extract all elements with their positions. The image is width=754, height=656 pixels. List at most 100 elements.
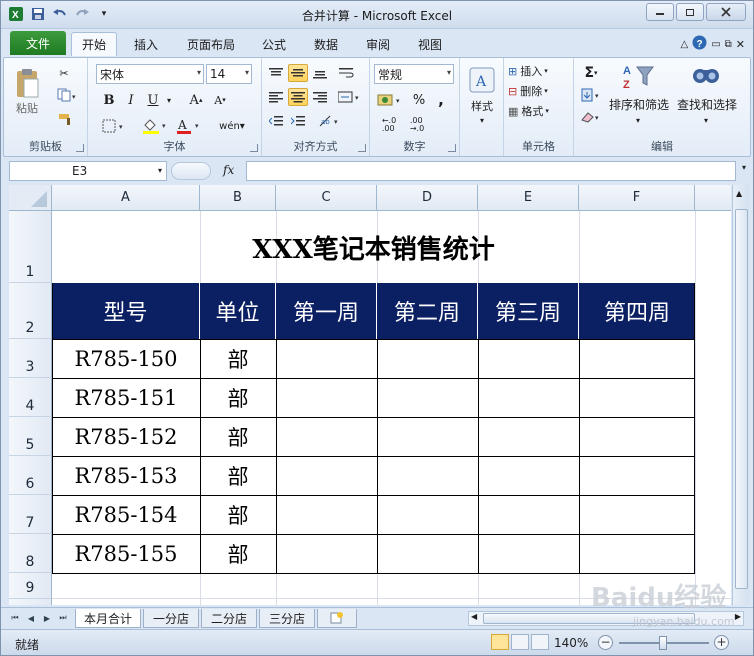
first-sheet-icon[interactable]: ⏮ bbox=[9, 612, 21, 624]
cell-e7[interactable] bbox=[478, 495, 579, 534]
workbook-restore-icon[interactable]: ⧉ bbox=[725, 39, 732, 50]
cell-b5[interactable]: 部 bbox=[200, 417, 276, 456]
cell-b7[interactable]: 部 bbox=[200, 495, 276, 534]
sheet-tab-branch-1[interactable]: 一分店 bbox=[143, 609, 199, 628]
sheet-tab-branch-2[interactable]: 二分店 bbox=[201, 609, 257, 628]
styles-icon[interactable]: A bbox=[466, 64, 498, 96]
cell-a7[interactable]: R785-154 bbox=[52, 495, 200, 534]
underline-dropdown-icon[interactable]: ▾ bbox=[164, 92, 174, 108]
vertical-scroll-thumb[interactable] bbox=[735, 209, 748, 589]
row-header-8[interactable]: 8 bbox=[9, 534, 52, 573]
find-select-icon[interactable] bbox=[688, 60, 724, 92]
cell-c3[interactable] bbox=[276, 339, 377, 378]
expand-formula-bar-icon[interactable]: ▾ bbox=[738, 163, 750, 179]
underline-button[interactable]: U bbox=[144, 90, 162, 110]
clear-icon[interactable]: ▾ bbox=[578, 108, 604, 126]
cell-f6[interactable] bbox=[579, 456, 695, 495]
decrease-decimal-icon[interactable]: .00 →.0 bbox=[404, 114, 430, 136]
tab-review[interactable]: 审阅 bbox=[361, 33, 395, 55]
insert-function-icon[interactable]: fx bbox=[223, 163, 234, 177]
cell-a5[interactable]: R785-152 bbox=[52, 417, 200, 456]
cell-e6[interactable] bbox=[478, 456, 579, 495]
tab-view[interactable]: 视图 bbox=[413, 33, 447, 55]
percent-style-button[interactable]: % bbox=[410, 90, 428, 110]
cell-d5[interactable] bbox=[377, 417, 478, 456]
italic-button[interactable]: I bbox=[122, 90, 140, 110]
sheet-title-cell[interactable]: XXX笔记本销售统计 bbox=[52, 211, 695, 283]
zoom-level[interactable]: 140% bbox=[554, 636, 588, 650]
vertical-scrollbar[interactable]: ▲ bbox=[732, 185, 749, 605]
font-color-icon[interactable]: A ▾ bbox=[174, 116, 204, 136]
cut-icon[interactable]: ✂ bbox=[54, 64, 74, 82]
decrease-font-icon[interactable]: A ▾ bbox=[210, 90, 230, 110]
number-format-dropdown[interactable]: 常规 ▾ bbox=[374, 64, 454, 84]
cell-f7[interactable] bbox=[579, 495, 695, 534]
tab-formulas[interactable]: 公式 bbox=[257, 33, 291, 55]
sort-filter-dropdown-icon[interactable]: ▾ bbox=[632, 114, 644, 126]
cell-c5[interactable] bbox=[276, 417, 377, 456]
scroll-up-icon[interactable]: ▲ bbox=[736, 189, 742, 198]
borders-icon[interactable]: ▾ bbox=[100, 116, 128, 136]
styles-label[interactable]: 样式 bbox=[462, 98, 502, 114]
format-painter-icon[interactable] bbox=[56, 110, 76, 128]
cell-d7[interactable] bbox=[377, 495, 478, 534]
cell-c4[interactable] bbox=[276, 378, 377, 417]
align-right-icon[interactable] bbox=[310, 88, 330, 106]
cell-c6[interactable] bbox=[276, 456, 377, 495]
name-box[interactable]: E3 ▾ bbox=[9, 161, 167, 181]
header-cell-week1[interactable]: 第一周 bbox=[276, 283, 377, 339]
zoom-in-icon[interactable]: + bbox=[714, 635, 729, 650]
cell-b3[interactable]: 部 bbox=[200, 339, 276, 378]
wrap-text-icon[interactable] bbox=[336, 64, 358, 82]
worksheet-grid[interactable]: A B C D E F 1 2 3 4 5 6 7 8 9 10 XXX笔记本销… bbox=[9, 185, 731, 605]
find-select-label[interactable]: 查找和选择 bbox=[672, 96, 742, 112]
delete-cells-button[interactable]: ⊟ 删除 ▾ bbox=[508, 82, 570, 100]
cell-f3[interactable] bbox=[579, 339, 695, 378]
tab-insert[interactable]: 插入 bbox=[127, 33, 165, 55]
cell-e8[interactable] bbox=[478, 534, 579, 573]
accounting-format-icon[interactable]: ▾ bbox=[376, 90, 406, 110]
cell-d6[interactable] bbox=[377, 456, 478, 495]
sheet-tab-monthly-total[interactable]: 本月合计 bbox=[75, 609, 141, 628]
workbook-minimize-icon[interactable]: ▭ bbox=[711, 39, 720, 50]
tab-data[interactable]: 数据 bbox=[309, 33, 343, 55]
cell-c7[interactable] bbox=[276, 495, 377, 534]
column-header-a[interactable]: A bbox=[52, 185, 200, 211]
alignment-launcher-icon[interactable] bbox=[358, 144, 366, 152]
clipboard-launcher-icon[interactable] bbox=[76, 144, 84, 152]
cell-d3[interactable] bbox=[377, 339, 478, 378]
cell-c8[interactable] bbox=[276, 534, 377, 573]
cell-e5[interactable] bbox=[478, 417, 579, 456]
increase-indent-icon[interactable] bbox=[288, 112, 308, 130]
column-header-e[interactable]: E bbox=[478, 185, 579, 211]
formula-input[interactable] bbox=[246, 161, 736, 181]
decrease-indent-icon[interactable] bbox=[266, 112, 286, 130]
align-bottom-icon[interactable] bbox=[310, 64, 330, 82]
name-box-dropdown-icon[interactable]: ▾ bbox=[158, 166, 162, 175]
cell-a8[interactable]: R785-155 bbox=[52, 534, 200, 573]
cell-b4[interactable]: 部 bbox=[200, 378, 276, 417]
fill-icon[interactable]: ▾ bbox=[578, 86, 604, 104]
sort-filter-icon[interactable]: AZ bbox=[618, 60, 658, 92]
copy-icon[interactable]: ▾ bbox=[54, 86, 80, 104]
phonetic-guide-icon[interactable]: wén▾ bbox=[216, 116, 248, 136]
row-header-7[interactable]: 7 bbox=[9, 495, 52, 534]
find-select-dropdown-icon[interactable]: ▾ bbox=[700, 114, 712, 126]
cell-a3[interactable]: R785-150 bbox=[52, 339, 200, 378]
zoom-slider-knob[interactable] bbox=[659, 636, 667, 650]
row-header-5[interactable]: 5 bbox=[9, 417, 52, 456]
prev-sheet-icon[interactable]: ◀ bbox=[25, 612, 37, 624]
paste-label[interactable]: 粘贴 bbox=[12, 100, 42, 116]
header-cell-unit[interactable]: 单位 bbox=[200, 283, 276, 339]
row-header-3[interactable]: 3 bbox=[9, 339, 52, 378]
header-cell-week4[interactable]: 第四周 bbox=[579, 283, 695, 339]
cell-d4[interactable] bbox=[377, 378, 478, 417]
increase-font-icon[interactable]: A ▴ bbox=[186, 90, 206, 110]
cell-d8[interactable] bbox=[377, 534, 478, 573]
merge-center-icon[interactable]: ▾ bbox=[336, 88, 364, 106]
cell-b6[interactable]: 部 bbox=[200, 456, 276, 495]
header-cell-model[interactable]: 型号 bbox=[52, 283, 200, 339]
select-all-button[interactable] bbox=[9, 185, 52, 211]
align-top-icon[interactable] bbox=[266, 64, 286, 82]
sort-filter-label[interactable]: 排序和筛选 bbox=[608, 96, 670, 112]
